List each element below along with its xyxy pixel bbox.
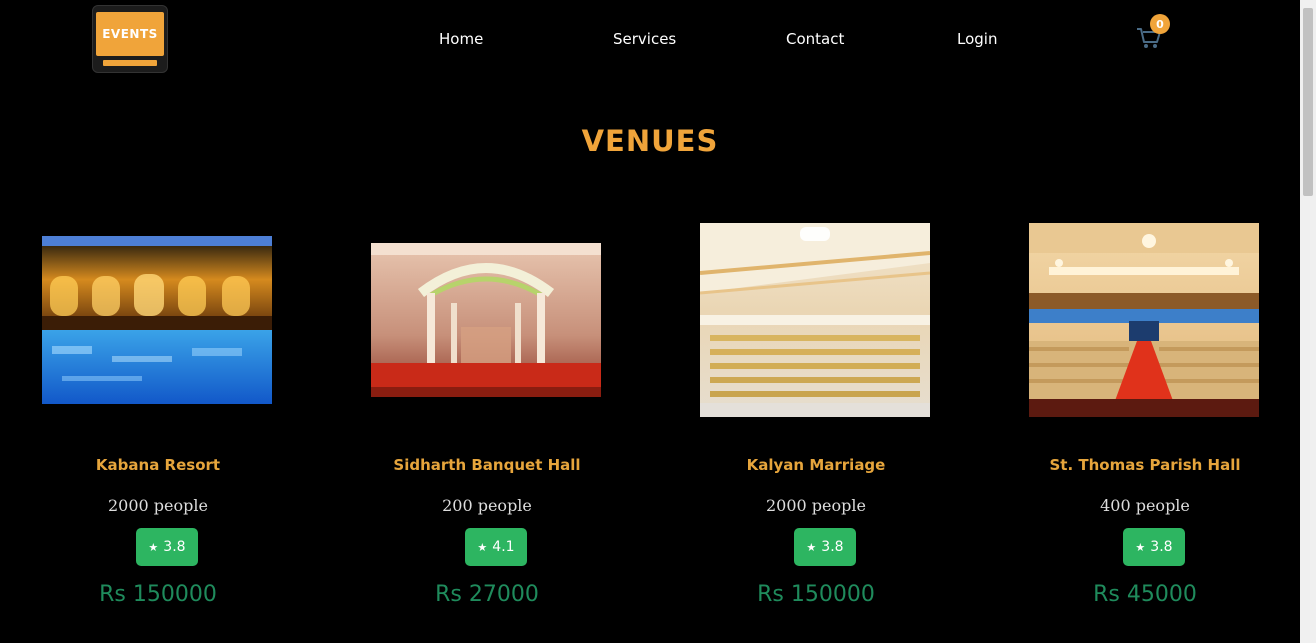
cart-count-badge: 0 (1150, 14, 1170, 34)
rating-badge: ★ 4.1 (465, 528, 527, 566)
star-icon: ★ (148, 540, 159, 554)
venue-price: Rs 150000 (99, 582, 217, 607)
venue-price: Rs 27000 (435, 582, 539, 607)
scrollbar[interactable] (1300, 0, 1316, 643)
page-title: VENUES (581, 124, 719, 158)
venue-capacity: 200 people (442, 496, 532, 515)
venue-price: Rs 45000 (1093, 582, 1197, 607)
venue-card[interactable]: Kabana Resort 2000 people ★ 3.8 Rs 15000… (42, 220, 274, 620)
rating-badge: ★ 3.8 (136, 528, 198, 566)
rating-badge: ★ 3.8 (794, 528, 856, 566)
logo-text: EVENTS (96, 12, 164, 56)
star-icon: ★ (477, 540, 488, 554)
rating-value: 4.1 (492, 539, 515, 555)
venue-capacity: 400 people (1100, 496, 1190, 515)
venue-name: Sidharth Banquet Hall (393, 456, 581, 474)
nav-login[interactable]: Login (957, 30, 997, 48)
venue-name: St. Thomas Parish Hall (1049, 456, 1241, 474)
scrollbar-thumb[interactable] (1303, 8, 1313, 196)
star-icon: ★ (1135, 540, 1146, 554)
site-logo[interactable]: EVENTS (92, 5, 168, 73)
venue-capacity: 2000 people (766, 496, 866, 515)
venue-image (1029, 223, 1259, 417)
venue-image (371, 243, 601, 397)
logo-underline (103, 60, 157, 66)
venue-card[interactable]: Kalyan Marriage 2000 people ★ 3.8 Rs 150… (700, 220, 932, 620)
venue-name: Kabana Resort (95, 456, 221, 474)
rating-value: 3.8 (1150, 539, 1173, 555)
venue-name: Kalyan Marriage (746, 456, 886, 474)
venue-capacity: 2000 people (108, 496, 208, 515)
star-icon: ★ (806, 540, 817, 554)
nav-contact[interactable]: Contact (786, 30, 844, 48)
rating-value: 3.8 (821, 539, 844, 555)
venue-price: Rs 150000 (757, 582, 875, 607)
rating-value: 3.8 (163, 539, 186, 555)
rating-badge: ★ 3.8 (1123, 528, 1185, 566)
venue-card[interactable]: Sidharth Banquet Hall 200 people ★ 4.1 R… (371, 220, 603, 620)
venue-image (700, 223, 930, 417)
venue-image (42, 236, 272, 404)
venue-card[interactable]: St. Thomas Parish Hall 400 people ★ 3.8 … (1029, 220, 1261, 620)
page: EVENTS Home Services Contact Login 0 VEN… (0, 0, 1316, 643)
nav-home[interactable]: Home (439, 30, 483, 48)
nav-services[interactable]: Services (613, 30, 676, 48)
